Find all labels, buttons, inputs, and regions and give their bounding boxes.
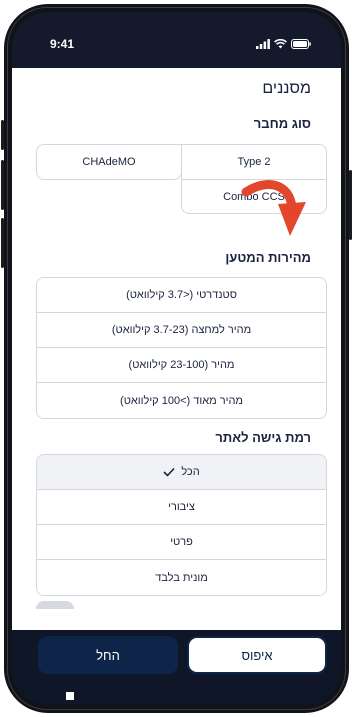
volume-up-button [1, 160, 4, 210]
home-indicator[interactable] [66, 692, 74, 700]
wifi-icon [274, 39, 287, 49]
speed-option-semi-fast[interactable]: מהיר למחצה (3.7-23 קילוואט) [37, 313, 326, 348]
charger-speed-list: סטנדרטי (<3.7 קילוואט) מהיר למחצה (3.7-2… [36, 277, 327, 419]
connector-type-heading: סוג מחבר [253, 116, 311, 131]
apply-button[interactable]: החל [38, 636, 178, 674]
speed-option-standard[interactable]: סטנדרטי (<3.7 קילוואט) [37, 278, 326, 313]
status-icons [256, 39, 311, 49]
status-bar: 9:41 [12, 12, 341, 68]
signal-icon [256, 39, 270, 49]
access-option-all[interactable]: הכל [37, 455, 326, 490]
filters-sheet: מסננים סוג מחבר Type 2 CHAdeMO Combo CCS… [12, 68, 341, 630]
site-access-list: הכל ציבורי פרטי מונית בלבד [36, 454, 327, 596]
speed-option-very-fast[interactable]: מהיר מאוד (>100 קילוואט) [37, 383, 326, 418]
volume-down-button [1, 218, 4, 268]
checkmark-icon [163, 467, 175, 477]
footer-actions: החל איפוס [12, 630, 341, 705]
access-option-private[interactable]: פרטי [37, 525, 326, 560]
reset-button[interactable]: איפוס [187, 636, 327, 674]
toggle-switch[interactable] [36, 601, 74, 609]
page-title: מסננים [262, 80, 311, 97]
red-curved-arrow-icon [241, 180, 306, 236]
access-option-public[interactable]: ציבורי [37, 490, 326, 525]
battery-icon [291, 39, 311, 49]
access-option-label: הכל [181, 466, 200, 478]
access-option-taxi-only[interactable]: מונית בלבד [37, 560, 326, 595]
screen: 9:41 מסננים סוג מחבר Type 2 CHAdeMO Comb… [12, 12, 341, 705]
connector-option-chademo[interactable]: CHAdeMO [36, 144, 182, 180]
speed-option-fast[interactable]: מהיר (23-100 קילוואט) [37, 348, 326, 383]
status-time: 9:41 [50, 37, 75, 51]
power-button [349, 170, 352, 240]
side-button [1, 120, 4, 150]
site-access-heading: רמת גישה לאתר [215, 430, 311, 445]
charger-speed-heading: מהירות המטען [225, 250, 311, 265]
